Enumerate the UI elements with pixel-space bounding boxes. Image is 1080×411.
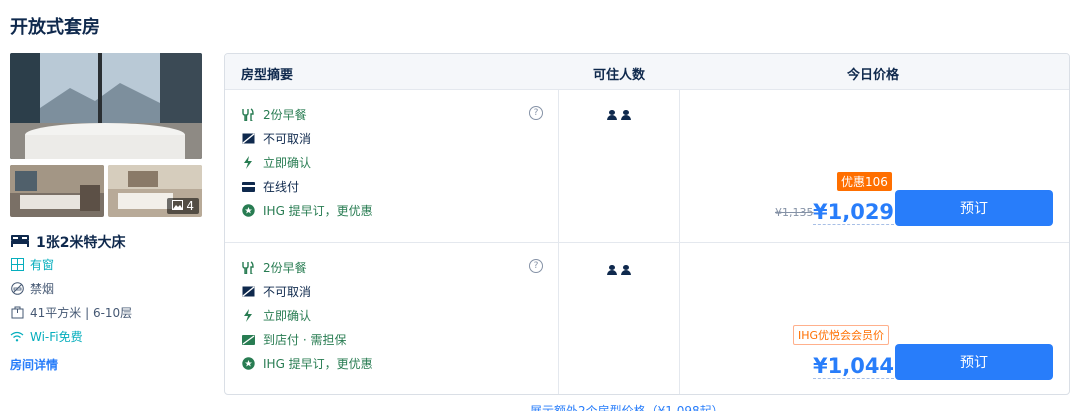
rate-table: 房型摘要 可住人数 今日价格 2份早餐 ? 不可取消 立即确认 在线付 IHG … (224, 53, 1070, 395)
breakfast-icon (241, 108, 255, 121)
feature-area-floor: 41平方米 | 6-10层 (10, 304, 132, 321)
book-button[interactable]: 预订 (895, 344, 1053, 380)
cancel-policy-item: 不可取消 (241, 283, 311, 300)
show-more-rates-link[interactable]: 展示额外2个房型价格（¥1,098起） (530, 402, 724, 411)
person-icon (607, 110, 617, 120)
person-icon (607, 265, 617, 275)
bed-type: 1张2米特大床 (10, 232, 125, 252)
cancel-policy-item: 不可取消 (241, 130, 311, 147)
no-smoking-icon (10, 282, 24, 295)
instant-confirm-item: 立即确认 (241, 307, 311, 324)
payment-item: 到店付 · 需担保 (241, 331, 346, 348)
instant-confirm-item: 立即确认 (241, 154, 311, 171)
ihg-promo-item: IHG 提早订，更优惠 (241, 202, 373, 219)
room-details-link[interactable]: 房间详情 (10, 356, 58, 373)
room-price[interactable]: ¥1,029 (813, 200, 895, 225)
room-thumb-photo[interactable]: 4 (108, 165, 202, 217)
lightning-icon (241, 309, 255, 322)
feature-wifi: Wi-Fi免费 (10, 328, 83, 345)
bed-icon (10, 233, 30, 251)
photo-count-badge[interactable]: 4 (167, 198, 199, 214)
image-icon (172, 199, 184, 213)
no-cancel-icon (241, 286, 255, 297)
help-icon[interactable]: ? (529, 106, 543, 120)
room-main-photo[interactable] (10, 53, 202, 159)
person-icon (621, 265, 631, 275)
rate-row: 2份早餐 ? 不可取消 立即确认 在线付 IHG 提早订，更优惠 优惠106 ¥… (225, 90, 1069, 243)
person-icon (621, 110, 631, 120)
header-summary: 房型摘要 (241, 68, 294, 83)
header-price: 今日价格 (847, 68, 900, 83)
room-title: 开放式套房 (10, 17, 100, 38)
table-header: 房型摘要 可住人数 今日价格 (225, 54, 1069, 90)
payment-item: 在线付 (241, 178, 299, 195)
photo-count: 4 (186, 199, 194, 213)
feature-window: 有窗 (10, 256, 54, 273)
breakfast-icon (241, 261, 255, 274)
room-thumb-photo[interactable] (10, 165, 104, 217)
floor-plan-icon (10, 306, 24, 319)
bed-label: 1张2米特大床 (36, 235, 126, 251)
header-guests: 可住人数 (593, 68, 646, 83)
room-price[interactable]: ¥1,044 (813, 354, 895, 379)
help-icon[interactable]: ? (529, 259, 543, 273)
ihg-icon (241, 204, 255, 217)
breakfast-item: 2份早餐 (241, 106, 307, 123)
guest-count (607, 110, 631, 120)
ihg-icon (241, 357, 255, 370)
rate-row: 2份早餐 ? 不可取消 立即确认 到店付 · 需担保 IHG 提早订，更优惠 I… (225, 243, 1069, 394)
pay-at-hotel-icon (241, 334, 255, 345)
card-icon (241, 181, 255, 192)
original-price: ¥1,135 (775, 206, 814, 219)
discount-badge: 优惠106 (837, 172, 892, 191)
guest-count (607, 265, 631, 275)
lightning-icon (241, 156, 255, 169)
breakfast-item: 2份早餐 (241, 259, 307, 276)
member-price-badge: IHG优悦会会员价 (793, 325, 890, 345)
book-button[interactable]: 预订 (895, 190, 1053, 226)
window-icon (10, 258, 24, 271)
ihg-promo-item: IHG 提早订，更优惠 (241, 355, 373, 372)
no-cancel-icon (241, 133, 255, 144)
wifi-icon (10, 331, 24, 342)
feature-no-smoking: 禁烟 (10, 280, 54, 297)
